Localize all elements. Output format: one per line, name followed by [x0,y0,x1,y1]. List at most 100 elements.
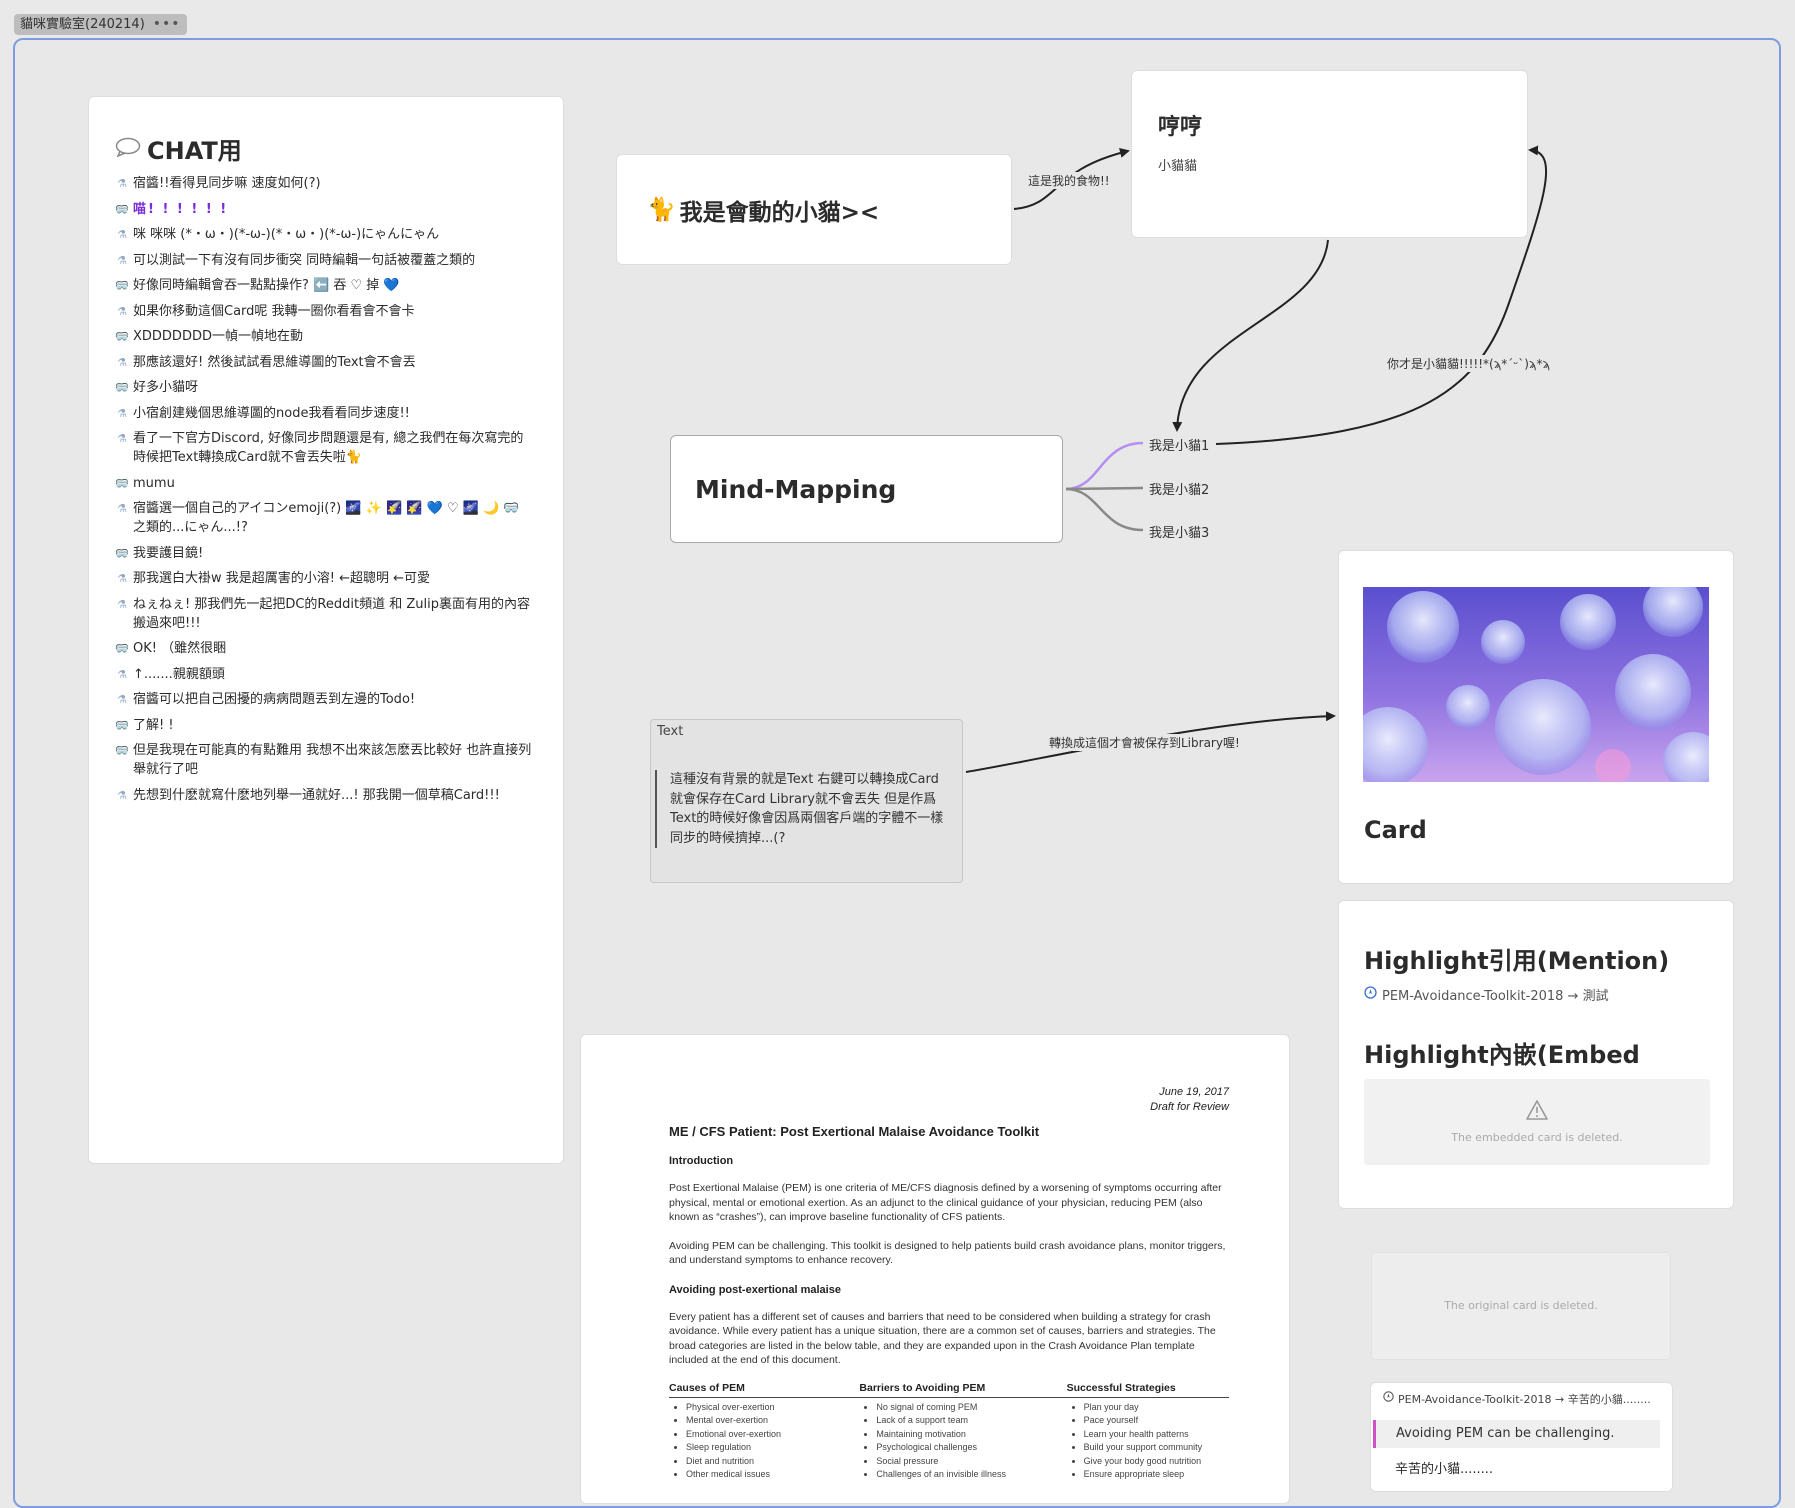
doc-table-item: Pace yourself [1084,1414,1228,1428]
quote-source[interactable]: PEM-Avoidance-Toolkit-2018 → 辛苦的小貓......… [1383,1391,1651,1407]
doc-intro-p2: Avoiding PEM can be challenging. This to… [669,1239,1226,1267]
goggles-avatar-icon: 🥽 [115,202,129,216]
quote-note: 辛苦的小貓........ [1395,1462,1494,1477]
goggles-avatar-icon: 🥽 [115,718,129,732]
chat-message-text: 看了一下官方Discord, 好像同步問題還是有, 總之我們在每次寫完的時候把T… [133,431,524,465]
chat-message: ⚗ 宿醬選一個自己的アイコンemoji(?) 🌌 ✨ 🌠 🌠 💙 ♡ 🌌 🌙 🥽 … [115,499,535,537]
doc-table-header: Causes of PEM [669,1381,860,1398]
heng-card-subtitle: 小貓貓 [1158,159,1198,174]
doc-table-item: Other medical issues [686,1468,858,1482]
doc-date: June 19, 2017 [1159,1086,1229,1098]
doc-table-item: Lack of a support team [876,1414,1065,1428]
chat-message-text: ↑.......親親額頭 [133,666,225,682]
embed-deleted-message: The embedded card is deleted. [1451,1131,1623,1144]
chat-card[interactable]: CHAT用 ⚗ 宿醬!!看得見同步嘛 速度如何(?) 🥽 喵! ! ! ! ! ! ⚗ 咪… [88,96,564,1164]
doc-table-item: Challenges of an invisible illness [876,1468,1065,1482]
doc-table-column: No signal of coming PEMLack of a support… [860,1401,1065,1482]
embed-deleted-box: The embedded card is deleted. [1364,1079,1710,1165]
heng-card-title: 哼哼 [1158,115,1203,140]
pdf-document-card[interactable]: June 19, 2017 Draft for Review ME / CFS … [580,1034,1290,1504]
chat-message-text: 喵! ! ! ! ! ! [133,201,229,217]
chat-message: ⚗ 小宿創建幾個思維導圖的node我看看同步速度!! [115,404,535,423]
doc-table-item: Give your body good nutrition [1084,1455,1228,1469]
highlight-card[interactable]: Highlight引用(Mention) PEM-Avoidance-Toolk… [1338,900,1734,1209]
doc-table-column: Plan your dayPace yourselfLearn your hea… [1068,1401,1228,1482]
mindmap-child-1[interactable]: 我是小貓1 [1149,435,1209,454]
doc-title: ME / CFS Patient: Post Exertional Malais… [669,1124,1040,1139]
edge-label-library: 轉換成這個才會被保存到Library喔! [1047,734,1242,751]
mindmap-root[interactable]: Mind-Mapping [670,435,1063,543]
chat-message: 🥽 了解! ! [115,716,535,735]
quote-highlight: Avoiding PEM can be challenging. [1373,1420,1660,1448]
warning-icon [1364,1099,1710,1126]
chat-message: ⚗ 咪 咪咪 (*・ω・)(*-ω-)(*・ω・)(*-ω-)にゃんにゃん [115,225,535,244]
chat-message-text: XDDDDDDD一幀一幀地在動 [133,329,303,344]
chat-message-text: 我要護目鏡! [133,545,204,561]
chat-message: ⚗ ねぇねぇ! 那我們先一起把DC的Reddit頻道 和 Zulip裏面有用的內容… [115,595,535,633]
doc-status: Draft for Review [1150,1101,1229,1113]
labcoat-avatar-icon: ⚗ [117,502,127,515]
goggles-avatar-icon: 🥽 [115,279,129,292]
labcoat-avatar-icon: ⚗ [117,355,127,369]
compass-icon [1383,1391,1394,1407]
chat-message: 🥽 OK! （雖然很睏 [115,639,535,658]
embed-title: Highlight內嵌(Embed [1364,1041,1640,1069]
labcoat-avatar-icon: ⚗ [117,177,127,190]
chat-message: 🥽 好像同時編輯會吞一點點操作? ⬅️ 吞 ♡ 掉 💙 [115,276,535,295]
speech-bubble-icon [115,135,141,163]
doc-table-header: Barriers to Avoiding PEM [859,1381,1067,1398]
chat-message: ⚗ 先想到什麽就寫什麽地列舉一通就好...! 那我開一個草稿Card!!! [115,786,535,805]
chat-message: ⚗ 那我選白大褂w 我是超厲害的小溶! ←超聰明 ←可愛 [115,569,535,588]
chat-message-text: 那應該還好! 然後試試看思維導圖的Text會不會丟 [133,354,416,370]
chat-message: 🥽 喵! ! ! ! ! ! [115,200,535,219]
doc-table-item: Diet and nutrition [686,1455,858,1469]
doc-section-p: Every patient has a different set of cau… [669,1310,1216,1367]
chat-message-text: 先想到什麽就寫什麽地列舉一通就好...! 那我開一個草稿Card!!! [133,787,500,803]
quote-card[interactable]: PEM-Avoidance-Toolkit-2018 → 辛苦的小貓......… [1370,1382,1673,1492]
cat-emoji-icon: 🐈 [647,197,676,223]
heng-card[interactable]: 哼哼 小貓貓 [1131,70,1528,238]
chat-message: ⚗ 可以測試一下有沒有同步衝突 同時編輯一句話被覆蓋之類的 [115,251,535,270]
goggles-avatar-icon: 🥽 [115,476,129,490]
doc-table-item: Learn your health patterns [1084,1428,1228,1442]
mention-link[interactable]: PEM-Avoidance-Toolkit-2018 → 測試 [1364,985,1609,1004]
edge-label-you-cat: 你才是小貓貓!!!!!*(ϡ*ˊᵕˋ)ϡ*ϡ [1385,355,1552,372]
labcoat-avatar-icon: ⚗ [117,304,127,318]
text-node-body: 這種沒有背景的就是Text 右鍵可以轉換成Card 就會保存在Card Libr… [655,770,948,848]
chat-message: 🥽 好多小貓呀 [115,378,535,397]
chat-message-text: mumu [133,475,175,491]
chat-message-text: 好像同時編輯會吞一點點操作? ⬅️ 吞 ♡ 掉 💙 [133,278,400,293]
image-card-caption: Card [1364,816,1427,844]
chat-message-text: 咪 咪咪 (*・ω・)(*-ω-)(*・ω・)(*-ω-)にゃんにゃん [133,227,440,242]
chat-message: ⚗ 宿醬可以把自己困擾的病病問題丟到左邊的Todo! [115,690,535,709]
compass-icon [1364,986,1377,1003]
doc-table-item: Mental over-exertion [686,1414,858,1428]
chat-message-text: ねぇねぇ! 那我們先一起把DC的Reddit頻道 和 Zulip裏面有用的內容搬… [133,596,530,631]
chat-message-text: 但是我現在可能真的有點難用 我想不出來該怎麽丟比較好 也許直接列舉就行了吧 [133,743,532,777]
image-card[interactable]: Card [1338,550,1734,884]
labcoat-avatar-icon: ⚗ [117,228,127,241]
doc-intro-heading: Introduction [669,1155,734,1167]
labcoat-avatar-icon: ⚗ [117,253,127,267]
doc-table-item: Social pressure [876,1455,1065,1469]
edge-heng-to-cat1 [1172,239,1329,432]
doc-table-item: Ensure appropriate sleep [1084,1468,1228,1482]
cat-card[interactable]: 🐈 我是會動的小貓>< [616,154,1012,265]
chat-message: 🥽 mumu [115,474,535,493]
chat-message-text: 好多小貓呀 [133,380,199,395]
chat-message-text: 如果你移動這個Card呢 我轉一圈你看看會不會卡 [133,303,415,319]
labcoat-avatar-icon: ⚗ [117,432,127,445]
original-deleted-card: The original card is deleted. [1371,1252,1671,1360]
text-node[interactable]: Text 這種沒有背景的就是Text 右鍵可以轉換成Card 就會保存在Card… [650,719,963,883]
cat-card-text: 我是會動的小貓>< [679,199,880,226]
doc-table-header: Successful Strategies [1066,1381,1229,1398]
chat-message-text: 宿醬!!看得見同步嘛 速度如何(?) [133,176,321,191]
edge-label-food: 這是我的食物!! [1026,172,1112,189]
mindmap-child-3[interactable]: 我是小貓3 [1149,522,1209,541]
mindmap-child-2[interactable]: 我是小貓2 [1149,479,1209,498]
chat-message: 🥽 我要護目鏡! [115,544,535,563]
mention-title: Highlight引用(Mention) [1364,947,1670,975]
goggles-avatar-icon: 🥽 [115,744,129,757]
chat-message-text: 宿醬選一個自己的アイコンemoji(?) 🌌 ✨ 🌠 🌠 💙 ♡ 🌌 🌙 🥽 之… [133,501,520,535]
doc-intro-p1: Post Exertional Malaise (PEM) is one cri… [669,1182,1222,1223]
